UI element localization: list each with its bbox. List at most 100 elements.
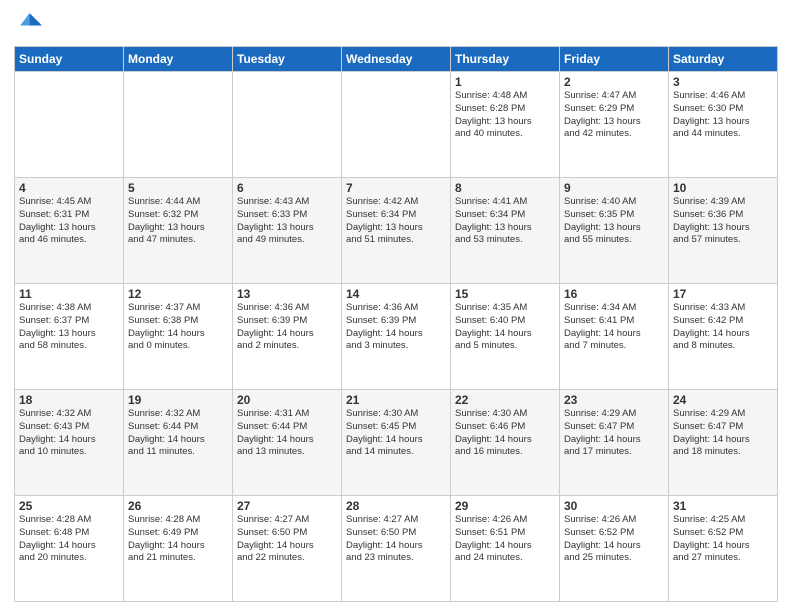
calendar-cell: 7Sunrise: 4:42 AM Sunset: 6:34 PM Daylig… xyxy=(342,178,451,284)
calendar-cell: 8Sunrise: 4:41 AM Sunset: 6:34 PM Daylig… xyxy=(451,178,560,284)
day-info: Sunrise: 4:28 AM Sunset: 6:49 PM Dayligh… xyxy=(128,514,228,565)
calendar-cell: 30Sunrise: 4:26 AM Sunset: 6:52 PM Dayli… xyxy=(560,496,669,602)
day-number: 1 xyxy=(455,75,555,89)
day-info: Sunrise: 4:28 AM Sunset: 6:48 PM Dayligh… xyxy=(19,514,119,565)
calendar-cell: 24Sunrise: 4:29 AM Sunset: 6:47 PM Dayli… xyxy=(669,390,778,496)
day-info: Sunrise: 4:42 AM Sunset: 6:34 PM Dayligh… xyxy=(346,196,446,247)
day-number: 15 xyxy=(455,287,555,301)
day-number: 19 xyxy=(128,393,228,407)
weekday-header-row: SundayMondayTuesdayWednesdayThursdayFrid… xyxy=(15,47,778,72)
day-number: 22 xyxy=(455,393,555,407)
day-number: 31 xyxy=(673,499,773,513)
day-info: Sunrise: 4:25 AM Sunset: 6:52 PM Dayligh… xyxy=(673,514,773,565)
calendar-cell: 23Sunrise: 4:29 AM Sunset: 6:47 PM Dayli… xyxy=(560,390,669,496)
day-number: 11 xyxy=(19,287,119,301)
weekday-tuesday: Tuesday xyxy=(233,47,342,72)
day-info: Sunrise: 4:32 AM Sunset: 6:44 PM Dayligh… xyxy=(128,408,228,459)
day-info: Sunrise: 4:44 AM Sunset: 6:32 PM Dayligh… xyxy=(128,196,228,247)
day-number: 6 xyxy=(237,181,337,195)
day-info: Sunrise: 4:40 AM Sunset: 6:35 PM Dayligh… xyxy=(564,196,664,247)
header xyxy=(14,10,778,38)
day-info: Sunrise: 4:38 AM Sunset: 6:37 PM Dayligh… xyxy=(19,302,119,353)
day-number: 23 xyxy=(564,393,664,407)
weekday-sunday: Sunday xyxy=(15,47,124,72)
day-info: Sunrise: 4:37 AM Sunset: 6:38 PM Dayligh… xyxy=(128,302,228,353)
calendar-body: 1Sunrise: 4:48 AM Sunset: 6:28 PM Daylig… xyxy=(15,72,778,602)
day-info: Sunrise: 4:31 AM Sunset: 6:44 PM Dayligh… xyxy=(237,408,337,459)
day-number: 8 xyxy=(455,181,555,195)
day-info: Sunrise: 4:30 AM Sunset: 6:46 PM Dayligh… xyxy=(455,408,555,459)
day-info: Sunrise: 4:39 AM Sunset: 6:36 PM Dayligh… xyxy=(673,196,773,247)
day-number: 12 xyxy=(128,287,228,301)
calendar-cell xyxy=(233,72,342,178)
day-number: 10 xyxy=(673,181,773,195)
day-number: 3 xyxy=(673,75,773,89)
page: SundayMondayTuesdayWednesdayThursdayFrid… xyxy=(0,0,792,612)
weekday-friday: Friday xyxy=(560,47,669,72)
calendar-cell: 1Sunrise: 4:48 AM Sunset: 6:28 PM Daylig… xyxy=(451,72,560,178)
day-number: 30 xyxy=(564,499,664,513)
day-info: Sunrise: 4:26 AM Sunset: 6:51 PM Dayligh… xyxy=(455,514,555,565)
week-row-3: 11Sunrise: 4:38 AM Sunset: 6:37 PM Dayli… xyxy=(15,284,778,390)
day-info: Sunrise: 4:32 AM Sunset: 6:43 PM Dayligh… xyxy=(19,408,119,459)
calendar-cell: 26Sunrise: 4:28 AM Sunset: 6:49 PM Dayli… xyxy=(124,496,233,602)
day-info: Sunrise: 4:33 AM Sunset: 6:42 PM Dayligh… xyxy=(673,302,773,353)
calendar-cell: 10Sunrise: 4:39 AM Sunset: 6:36 PM Dayli… xyxy=(669,178,778,284)
day-number: 29 xyxy=(455,499,555,513)
day-number: 21 xyxy=(346,393,446,407)
calendar-cell: 4Sunrise: 4:45 AM Sunset: 6:31 PM Daylig… xyxy=(15,178,124,284)
day-number: 9 xyxy=(564,181,664,195)
calendar-cell: 9Sunrise: 4:40 AM Sunset: 6:35 PM Daylig… xyxy=(560,178,669,284)
weekday-saturday: Saturday xyxy=(669,47,778,72)
day-info: Sunrise: 4:46 AM Sunset: 6:30 PM Dayligh… xyxy=(673,90,773,141)
calendar-cell: 17Sunrise: 4:33 AM Sunset: 6:42 PM Dayli… xyxy=(669,284,778,390)
calendar-cell: 28Sunrise: 4:27 AM Sunset: 6:50 PM Dayli… xyxy=(342,496,451,602)
day-number: 4 xyxy=(19,181,119,195)
day-info: Sunrise: 4:36 AM Sunset: 6:39 PM Dayligh… xyxy=(237,302,337,353)
day-info: Sunrise: 4:27 AM Sunset: 6:50 PM Dayligh… xyxy=(237,514,337,565)
calendar-cell: 29Sunrise: 4:26 AM Sunset: 6:51 PM Dayli… xyxy=(451,496,560,602)
calendar-cell: 31Sunrise: 4:25 AM Sunset: 6:52 PM Dayli… xyxy=(669,496,778,602)
day-number: 28 xyxy=(346,499,446,513)
logo-icon xyxy=(14,10,42,38)
week-row-1: 1Sunrise: 4:48 AM Sunset: 6:28 PM Daylig… xyxy=(15,72,778,178)
calendar-cell: 13Sunrise: 4:36 AM Sunset: 6:39 PM Dayli… xyxy=(233,284,342,390)
day-number: 25 xyxy=(19,499,119,513)
day-info: Sunrise: 4:29 AM Sunset: 6:47 PM Dayligh… xyxy=(673,408,773,459)
calendar-cell xyxy=(124,72,233,178)
weekday-monday: Monday xyxy=(124,47,233,72)
day-info: Sunrise: 4:27 AM Sunset: 6:50 PM Dayligh… xyxy=(346,514,446,565)
calendar-cell: 16Sunrise: 4:34 AM Sunset: 6:41 PM Dayli… xyxy=(560,284,669,390)
day-number: 24 xyxy=(673,393,773,407)
day-info: Sunrise: 4:34 AM Sunset: 6:41 PM Dayligh… xyxy=(564,302,664,353)
week-row-4: 18Sunrise: 4:32 AM Sunset: 6:43 PM Dayli… xyxy=(15,390,778,496)
calendar-cell: 25Sunrise: 4:28 AM Sunset: 6:48 PM Dayli… xyxy=(15,496,124,602)
weekday-wednesday: Wednesday xyxy=(342,47,451,72)
day-number: 18 xyxy=(19,393,119,407)
calendar-cell: 18Sunrise: 4:32 AM Sunset: 6:43 PM Dayli… xyxy=(15,390,124,496)
day-info: Sunrise: 4:43 AM Sunset: 6:33 PM Dayligh… xyxy=(237,196,337,247)
day-number: 7 xyxy=(346,181,446,195)
day-number: 26 xyxy=(128,499,228,513)
week-row-5: 25Sunrise: 4:28 AM Sunset: 6:48 PM Dayli… xyxy=(15,496,778,602)
day-info: Sunrise: 4:29 AM Sunset: 6:47 PM Dayligh… xyxy=(564,408,664,459)
calendar-cell xyxy=(15,72,124,178)
week-row-2: 4Sunrise: 4:45 AM Sunset: 6:31 PM Daylig… xyxy=(15,178,778,284)
calendar-cell: 2Sunrise: 4:47 AM Sunset: 6:29 PM Daylig… xyxy=(560,72,669,178)
calendar-cell: 3Sunrise: 4:46 AM Sunset: 6:30 PM Daylig… xyxy=(669,72,778,178)
calendar-cell: 11Sunrise: 4:38 AM Sunset: 6:37 PM Dayli… xyxy=(15,284,124,390)
calendar-cell: 22Sunrise: 4:30 AM Sunset: 6:46 PM Dayli… xyxy=(451,390,560,496)
calendar-cell: 5Sunrise: 4:44 AM Sunset: 6:32 PM Daylig… xyxy=(124,178,233,284)
calendar-cell xyxy=(342,72,451,178)
day-info: Sunrise: 4:36 AM Sunset: 6:39 PM Dayligh… xyxy=(346,302,446,353)
day-number: 2 xyxy=(564,75,664,89)
calendar-cell: 19Sunrise: 4:32 AM Sunset: 6:44 PM Dayli… xyxy=(124,390,233,496)
day-number: 27 xyxy=(237,499,337,513)
logo xyxy=(14,10,46,38)
calendar-cell: 20Sunrise: 4:31 AM Sunset: 6:44 PM Dayli… xyxy=(233,390,342,496)
day-number: 13 xyxy=(237,287,337,301)
day-number: 20 xyxy=(237,393,337,407)
day-info: Sunrise: 4:47 AM Sunset: 6:29 PM Dayligh… xyxy=(564,90,664,141)
calendar-table: SundayMondayTuesdayWednesdayThursdayFrid… xyxy=(14,46,778,602)
day-info: Sunrise: 4:30 AM Sunset: 6:45 PM Dayligh… xyxy=(346,408,446,459)
